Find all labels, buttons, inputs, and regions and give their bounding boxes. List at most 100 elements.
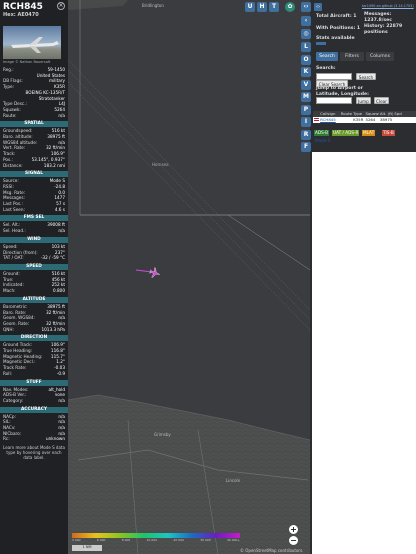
map-button-u[interactable]: U: [245, 2, 255, 12]
source-badge-ads-b: ADS-B: [314, 130, 329, 136]
map-button-v[interactable]: V: [301, 79, 311, 90]
close-icon[interactable]: ×: [57, 2, 65, 10]
altitude-scale-label: 6 000: [96, 538, 106, 542]
with-positions: With Positions: 1: [316, 26, 361, 31]
table-row[interactable]: RCH845 K35R 5264 38975: [313, 117, 416, 123]
table-cell: [393, 117, 403, 123]
altitude-scale-label: 40 000+: [226, 538, 240, 542]
table-cell: K35R: [353, 117, 364, 122]
search-input[interactable]: [316, 73, 352, 80]
info-value: -32 / -59 °C: [40, 255, 65, 261]
section-header-spatial: SPATIAL: [0, 121, 68, 128]
info-label: Type:: [3, 84, 15, 90]
tab-search[interactable]: Search: [316, 52, 338, 61]
info-value: -0.9: [56, 370, 65, 376]
section-header-altitude: ALTITUDE: [0, 296, 68, 303]
altitude-scale-label: 4 000: [72, 538, 81, 542]
info-value: n/a: [58, 397, 65, 403]
map-scale-label: 1 NM: [72, 545, 102, 551]
altitude-scale-label: 8 000: [121, 538, 131, 542]
altitude-scale-label: 20 000: [173, 538, 184, 542]
info-row: Last Seen: 4.6 s: [0, 207, 68, 213]
info-row: Category: n/a: [0, 398, 68, 404]
target-icon[interactable]: ◎: [301, 29, 311, 39]
tab-columns[interactable]: Columns: [366, 52, 394, 61]
clear-button[interactable]: Clear: [374, 97, 389, 104]
map-button-h[interactable]: H: [257, 2, 267, 12]
chevron-left-icon[interactable]: ‹: [301, 16, 311, 26]
map-button-i[interactable]: I: [301, 117, 311, 127]
stats-available: Stats available: [316, 36, 355, 41]
section-header-signal: SIGNAL: [0, 171, 68, 178]
plane-image-icon: [11, 37, 59, 53]
info-row: QNH: 1013.3 hPa: [0, 327, 68, 333]
info-label: Sel. Head.:: [3, 228, 26, 234]
aircraft-sections: SPATIAL Groundspeed: 516 kt Baro. altitude:…: [0, 121, 68, 442]
map-button-l[interactable]: L: [301, 42, 311, 52]
table-cell: 38975: [379, 117, 393, 122]
search-button[interactable]: Search: [356, 73, 376, 80]
place-label-lincoln: Lincoln: [226, 478, 241, 483]
section-header-speed: SPEED: [0, 263, 68, 270]
map-button-t[interactable]: T: [269, 2, 279, 12]
altitude-scale-label: 30 000: [200, 538, 211, 542]
zoom-out-button[interactable]: −: [289, 536, 298, 545]
settings-gear-icon[interactable]: ✿: [285, 2, 295, 12]
aircraft-table: CallsignRouteTypeSquawkAlt. (ft)Spd RCH8…: [313, 111, 416, 123]
source-badge-tis-b: TIS-B: [382, 130, 395, 136]
search-label: Search:: [316, 66, 336, 71]
info-value: n/a: [58, 228, 65, 234]
jump-input[interactable]: [316, 97, 352, 104]
jump-button[interactable]: Jump: [356, 97, 371, 104]
info-label: QNH:: [3, 326, 14, 332]
aircraft-hex: Hex: AE0470: [3, 12, 39, 18]
place-label-bridlington: Bridlington: [142, 3, 164, 8]
info-label: Rc:: [3, 436, 10, 442]
tab-filters[interactable]: Filters: [340, 52, 364, 61]
source-badge-uat-ads-r: UAT / ADS-R: [332, 130, 360, 136]
side-button-strip: ‹› ‹ ◎ LOKVMPIRF: [300, 0, 312, 554]
app-root: RCH845 Hex: AE0470 × Image © Nathan Baue…: [0, 0, 416, 554]
source-badge-mlat: MLAT: [362, 130, 376, 136]
map-button-r[interactable]: R: [301, 129, 311, 140]
section-header-direction: DIRECTION: [0, 335, 68, 342]
info-value: unknown: [45, 436, 65, 442]
zoom-in-button[interactable]: +: [289, 525, 298, 534]
map-canvas: [68, 0, 310, 554]
expand-panel-icon[interactable]: ‹›: [301, 2, 311, 12]
aircraft-photo[interactable]: [3, 26, 61, 59]
info-label: Mach:: [3, 288, 16, 294]
info-label: Route:: [3, 112, 17, 118]
map-button-k[interactable]: K: [301, 67, 311, 77]
expand-sidebar-icon[interactable]: ‹›: [314, 3, 322, 11]
table-cell[interactable]: RCH845: [319, 117, 340, 123]
info-value: 183.2 nmi: [43, 162, 65, 168]
info-value: 0.800: [53, 288, 65, 294]
section-header-accuracy: ACCURACY: [0, 406, 68, 413]
info-value: n/a: [58, 112, 65, 118]
info-label: Reg.:: [3, 67, 14, 72]
map-button-m[interactable]: M: [301, 92, 311, 102]
aircraft-basic-info: Reg.: 59-1450 United States DB Flags: milita…: [0, 67, 68, 118]
map-button-f[interactable]: F: [301, 142, 311, 152]
section-header-fms-sel: FMS SEL: [0, 215, 68, 222]
jump-label: Jump to Airport or Latitude, Longitude:: [316, 86, 369, 97]
source-badge-mode-s: Mode-S: [315, 138, 331, 143]
table-body: RCH845 K35R 5264 38975: [313, 117, 416, 123]
place-label-grimsby: Grimsby: [154, 432, 171, 437]
info-label: Distance:: [3, 162, 23, 168]
stats-link-icon[interactable]: [316, 42, 326, 45]
section-header-wind: WIND: [0, 236, 68, 243]
info-row: Roll: -0.9: [0, 371, 68, 377]
map-button-p[interactable]: P: [301, 104, 311, 115]
info-label: Category:: [3, 397, 24, 403]
info-value: 4.6 s: [54, 206, 65, 212]
history-count: History: 22879 positions: [364, 24, 403, 35]
table-cell: [340, 117, 352, 123]
map-view[interactable]: Bridlington Hornsea Grimsby Lincoln 4 00…: [68, 0, 310, 554]
version-link[interactable]: tar1090 on github (3.14.1703): [362, 4, 414, 8]
map-button-o[interactable]: O: [301, 54, 311, 65]
info-label: TAT / OAT:: [3, 255, 24, 261]
map-attribution[interactable]: © OpenStreetMap contributors.: [240, 548, 303, 553]
section-header-stuff: STUFF: [0, 379, 68, 386]
